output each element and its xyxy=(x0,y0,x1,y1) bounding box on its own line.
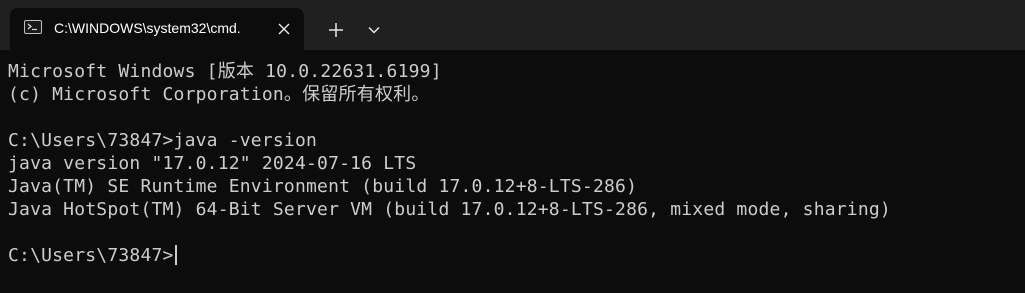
plus-icon xyxy=(329,23,343,37)
text-cursor xyxy=(174,245,177,265)
close-icon[interactable] xyxy=(274,19,294,39)
chevron-down-icon xyxy=(368,26,380,34)
tab-dropdown-button[interactable] xyxy=(360,16,388,44)
terminal-output[interactable]: Microsoft Windows [版本 10.0.22631.6199] (… xyxy=(0,50,1025,293)
console-line: java version "17.0.12" 2024-07-16 LTS xyxy=(8,153,417,174)
tab-cmd[interactable]: C:\WINDOWS\system32\cmd. xyxy=(10,8,304,50)
prompt-line[interactable]: C:\Users\73847> xyxy=(8,244,891,267)
console-line: Microsoft Windows [版本 10.0.22631.6199] xyxy=(8,61,442,82)
console-line: (c) Microsoft Corporation。保留所有权利。 xyxy=(8,84,430,105)
console-line: Java HotSpot(TM) 64-Bit Server VM (build… xyxy=(8,199,891,220)
terminal-icon xyxy=(24,20,42,34)
console-line: C:\Users\73847>java -version xyxy=(8,130,318,151)
console-line: Java(TM) SE Runtime Environment (build 1… xyxy=(8,176,638,197)
terminal-window: C:\WINDOWS\system32\cmd. Microsoft Windo… xyxy=(0,0,1025,293)
tab-bar: C:\WINDOWS\system32\cmd. xyxy=(0,0,1025,50)
prompt-text: C:\Users\73847> xyxy=(8,245,174,266)
console-lines: Microsoft Windows [版本 10.0.22631.6199] (… xyxy=(8,60,891,267)
tab-title: C:\WINDOWS\system32\cmd. xyxy=(54,20,241,36)
new-tab-button[interactable] xyxy=(322,16,350,44)
